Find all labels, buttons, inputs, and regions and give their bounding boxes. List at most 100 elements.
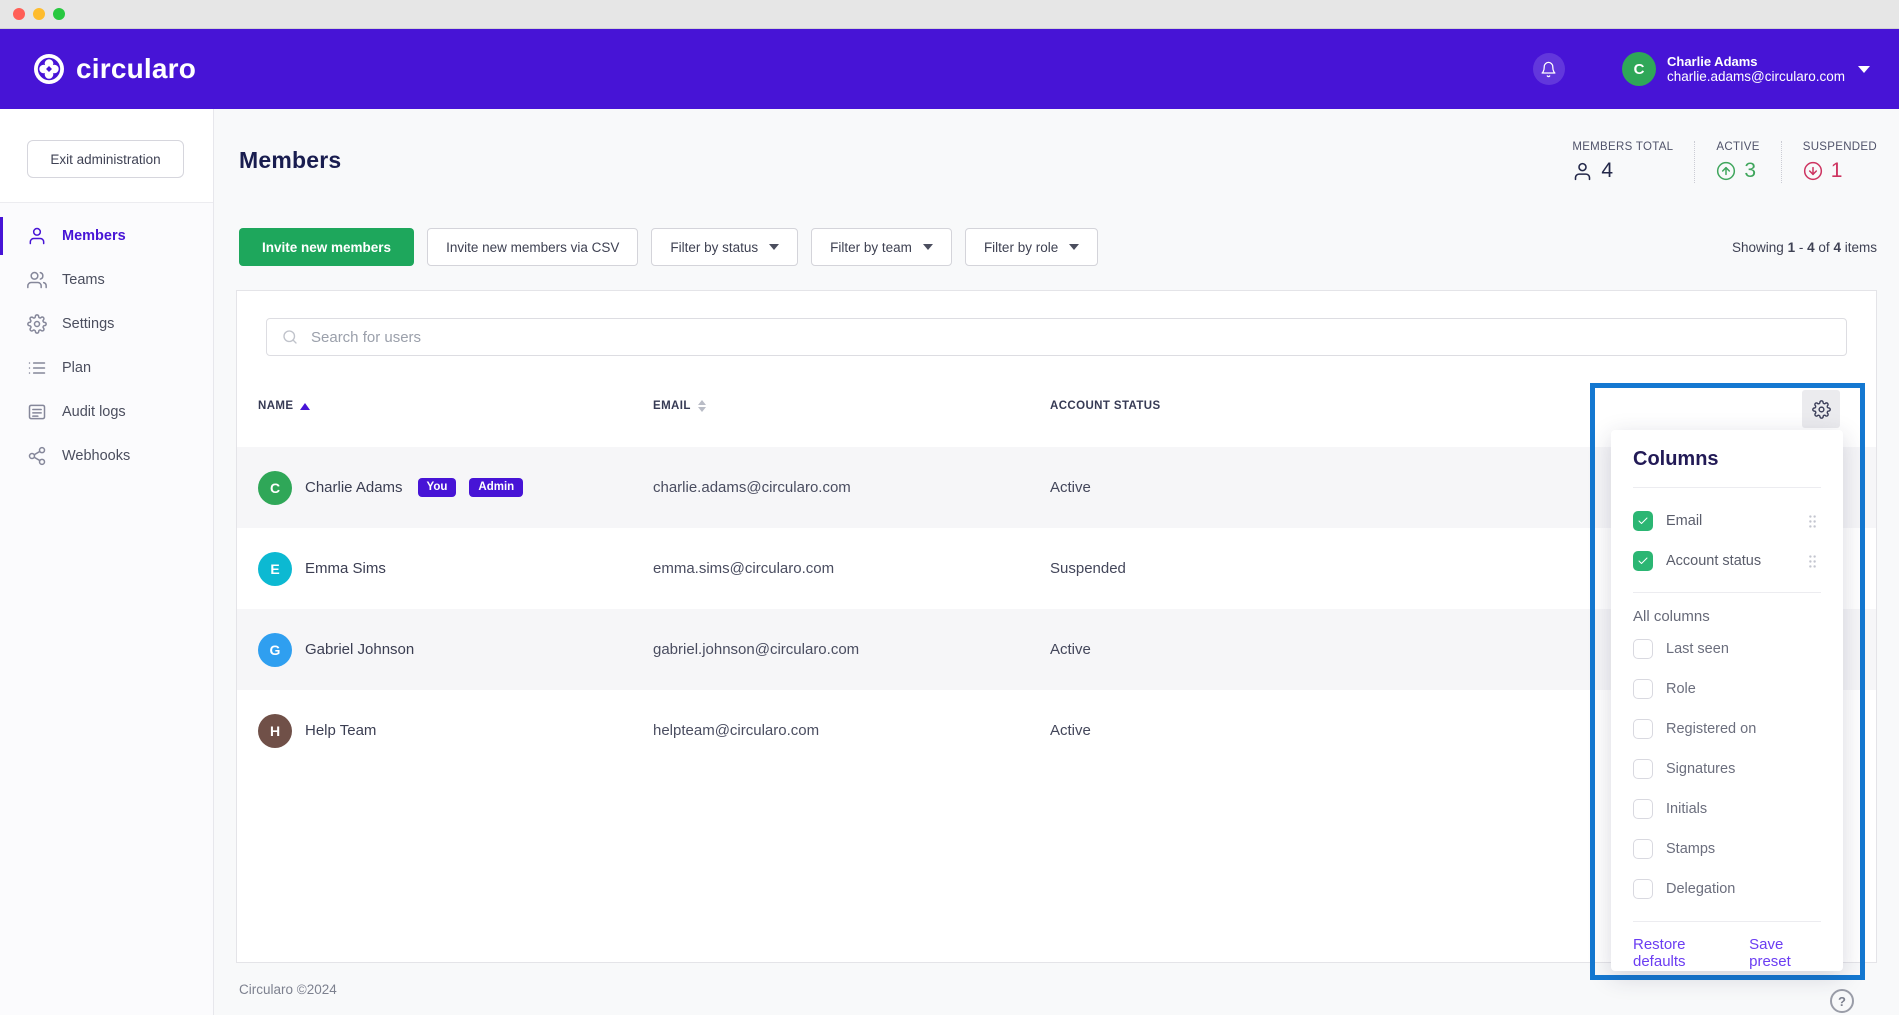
help-button[interactable]: ? [1830, 989, 1854, 1013]
unchecked-checkbox[interactable] [1633, 799, 1653, 819]
person-icon [1572, 161, 1593, 182]
columns-panel-actions: Restore defaults Save preset [1633, 921, 1821, 970]
search-bar [266, 318, 1847, 356]
sidebar-item-teams[interactable]: Teams [0, 258, 213, 302]
unchecked-checkbox[interactable] [1633, 679, 1653, 699]
stat-active: ACTIVE 3 [1694, 141, 1780, 183]
avatar: C [258, 471, 292, 505]
column-header-email[interactable]: EMAIL [653, 400, 1050, 412]
columns-panel: Columns Email Account status All columns [1611, 430, 1843, 971]
invite-new-members-button[interactable]: Invite new members [239, 228, 414, 266]
column-toggle-account-status[interactable]: Account status [1633, 541, 1821, 581]
available-columns-group: Last seen Role Registered on Signatures … [1633, 629, 1821, 909]
chevron-down-icon [1858, 66, 1870, 73]
member-email: charlie.adams@circularo.com [653, 479, 1050, 496]
os-title-bar [0, 0, 1899, 29]
bell-icon [1540, 61, 1557, 78]
selected-columns-group: Email Account status [1633, 488, 1821, 593]
app-window: circularo C Charlie Adams charlie.adams@… [0, 0, 1899, 1015]
column-toggle-label: Initials [1666, 801, 1707, 817]
table-header: NAME EMAIL ACCOUNT STATUS [237, 386, 1876, 426]
sidebar-item-members[interactable]: Members [0, 214, 213, 258]
stat-label: SUSPENDED [1803, 141, 1877, 153]
admin-badge: Admin [469, 478, 523, 498]
sidebar-item-audit-logs[interactable]: Audit logs [0, 390, 213, 434]
unchecked-checkbox[interactable] [1633, 719, 1653, 739]
gear-icon [27, 314, 47, 334]
member-stats: MEMBERS TOTAL 4 ACTIVE 3 SUSPENDED [1572, 141, 1877, 183]
page-title: Members [239, 147, 341, 174]
sidebar-item-settings[interactable]: Settings [0, 302, 213, 346]
search-input[interactable] [311, 329, 1832, 346]
sort-icon [698, 400, 706, 412]
user-name: Charlie Adams [1667, 54, 1845, 69]
save-preset-link[interactable]: Save preset [1749, 936, 1821, 970]
document-icon [27, 402, 47, 422]
checked-checkbox[interactable] [1633, 511, 1653, 531]
member-name: Help Team [305, 722, 376, 739]
notifications-button[interactable] [1533, 53, 1565, 85]
unchecked-checkbox[interactable] [1633, 879, 1653, 899]
table-settings-button[interactable] [1802, 390, 1840, 428]
drag-handle-icon[interactable] [1804, 513, 1821, 530]
column-toggle-last-seen[interactable]: Last seen [1633, 629, 1821, 669]
column-toggle-label: Signatures [1666, 761, 1735, 777]
column-toggle-stamps[interactable]: Stamps [1633, 829, 1821, 869]
filter-by-team-dropdown[interactable]: Filter by team [811, 228, 952, 266]
sidebar-item-label: Members [62, 228, 126, 244]
brand-logo[interactable]: circularo [33, 53, 196, 85]
user-email: charlie.adams@circularo.com [1667, 69, 1845, 85]
list-icon [27, 358, 47, 378]
member-name-cell: E Emma Sims [237, 552, 653, 586]
filter-by-role-dropdown[interactable]: Filter by role [965, 228, 1098, 266]
chevron-down-icon [923, 244, 933, 250]
restore-defaults-link[interactable]: Restore defaults [1633, 936, 1731, 970]
check-icon [1637, 515, 1649, 527]
unchecked-checkbox[interactable] [1633, 759, 1653, 779]
member-name-cell: G Gabriel Johnson [237, 633, 653, 667]
gear-icon [1812, 400, 1831, 419]
column-toggle-label: Email [1666, 513, 1702, 529]
stat-value: 3 [1744, 159, 1756, 183]
column-header-account-status[interactable]: ACCOUNT STATUS [1050, 400, 1876, 412]
close-window-button[interactable] [13, 8, 25, 20]
unchecked-checkbox[interactable] [1633, 639, 1653, 659]
column-toggle-role[interactable]: Role [1633, 669, 1821, 709]
column-header-name[interactable]: NAME [258, 400, 653, 412]
column-toggle-label: Delegation [1666, 881, 1735, 897]
exit-administration-button[interactable]: Exit administration [27, 140, 184, 178]
stat-suspended: SUSPENDED 1 [1781, 141, 1877, 183]
column-toggle-initials[interactable]: Initials [1633, 789, 1821, 829]
member-name: Gabriel Johnson [305, 641, 414, 658]
user-info: Charlie Adams charlie.adams@circularo.co… [1667, 54, 1845, 85]
columns-panel-title: Columns [1633, 430, 1821, 488]
sort-ascending-icon [300, 403, 310, 410]
minimize-window-button[interactable] [33, 8, 45, 20]
filter-label: Filter by status [670, 240, 758, 255]
unchecked-checkbox[interactable] [1633, 839, 1653, 859]
column-toggle-label: Account status [1666, 553, 1761, 569]
checked-checkbox[interactable] [1633, 551, 1653, 571]
member-email: gabriel.johnson@circularo.com [653, 641, 1050, 658]
sidebar-nav: Members Teams Settings Plan Audit logs [0, 202, 213, 1015]
filter-by-status-dropdown[interactable]: Filter by status [651, 228, 798, 266]
column-toggle-registered-on[interactable]: Registered on [1633, 709, 1821, 749]
maximize-window-button[interactable] [53, 8, 65, 20]
search-icon [281, 328, 299, 346]
column-toggle-email[interactable]: Email [1633, 501, 1821, 541]
drag-handle-icon[interactable] [1804, 553, 1821, 570]
stat-members-total: MEMBERS TOTAL 4 [1572, 141, 1694, 183]
member-name: Charlie Adams [305, 479, 403, 496]
invite-members-csv-button[interactable]: Invite new members via CSV [427, 228, 638, 266]
webhook-icon [27, 446, 47, 466]
column-toggle-delegation[interactable]: Delegation [1633, 869, 1821, 909]
column-toggle-signatures[interactable]: Signatures [1633, 749, 1821, 789]
user-menu[interactable]: C Charlie Adams charlie.adams@circularo.… [1622, 52, 1870, 86]
sidebar-item-webhooks[interactable]: Webhooks [0, 434, 213, 478]
avatar: H [258, 714, 292, 748]
sidebar-item-plan[interactable]: Plan [0, 346, 213, 390]
you-badge: You [418, 478, 457, 498]
pagination-summary: Showing 1 - 4 of 4 items [1732, 240, 1877, 255]
member-email: helpteam@circularo.com [653, 722, 1050, 739]
people-icon [27, 270, 47, 290]
